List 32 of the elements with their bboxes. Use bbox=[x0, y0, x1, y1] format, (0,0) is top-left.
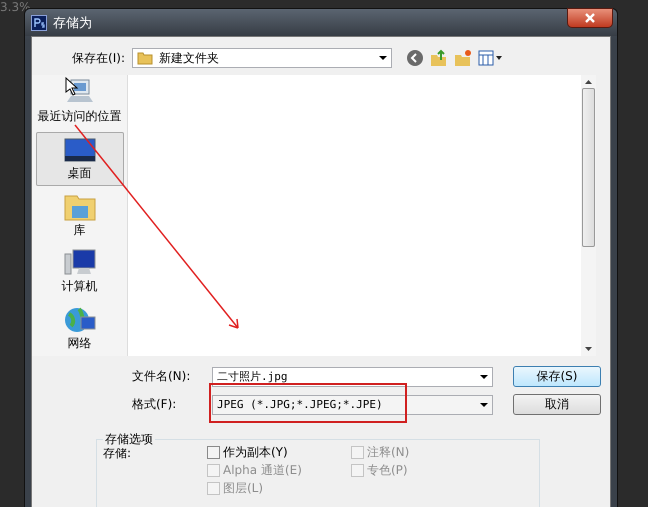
scroll-up-icon[interactable] bbox=[585, 80, 592, 84]
up-folder-icon[interactable] bbox=[430, 49, 448, 67]
caret-icon bbox=[379, 56, 387, 60]
save-label: 存储: bbox=[103, 445, 132, 462]
globe-computer-icon bbox=[62, 305, 96, 335]
close-button[interactable] bbox=[567, 8, 613, 28]
back-icon[interactable] bbox=[406, 49, 424, 67]
view-menu-icon[interactable] bbox=[478, 50, 504, 66]
caret-icon bbox=[480, 402, 488, 406]
window-title: 存储为 bbox=[53, 14, 92, 32]
place-item[interactable]: 库 bbox=[36, 188, 124, 242]
new-folder-icon[interactable] bbox=[454, 49, 472, 67]
scroll-down-icon[interactable] bbox=[585, 347, 592, 351]
cancel-button[interactable]: 取消 bbox=[513, 394, 601, 415]
scrollbar[interactable] bbox=[581, 75, 596, 356]
save-in-label: 保存在(I): bbox=[71, 50, 125, 66]
place-item[interactable]: 最近访问的位置 bbox=[36, 75, 124, 129]
place-item[interactable]: 桌面 bbox=[36, 132, 124, 186]
format-label: 格式(F): bbox=[132, 396, 178, 413]
folder-icon bbox=[137, 50, 153, 66]
place-item[interactable]: 网络 bbox=[36, 302, 124, 356]
group-title: 存储选项 bbox=[103, 431, 155, 448]
file-name-field[interactable]: 二寸照片.jpg bbox=[212, 366, 493, 386]
app-icon bbox=[31, 14, 47, 30]
folder-dropdown[interactable]: 新建文件夹 bbox=[132, 48, 392, 68]
caret-icon bbox=[480, 374, 488, 378]
file-name-label: 文件名(N): bbox=[132, 368, 192, 385]
save-button[interactable]: 保存(S) bbox=[513, 366, 601, 387]
place-item[interactable]: 计算机 bbox=[36, 246, 124, 300]
close-icon bbox=[584, 13, 596, 23]
format-dropdown[interactable]: JPEG (*.JPG;*.JPEG;*.JPE) bbox=[212, 394, 493, 414]
checkbox[interactable]: 作为副本(Y) bbox=[207, 445, 351, 460]
